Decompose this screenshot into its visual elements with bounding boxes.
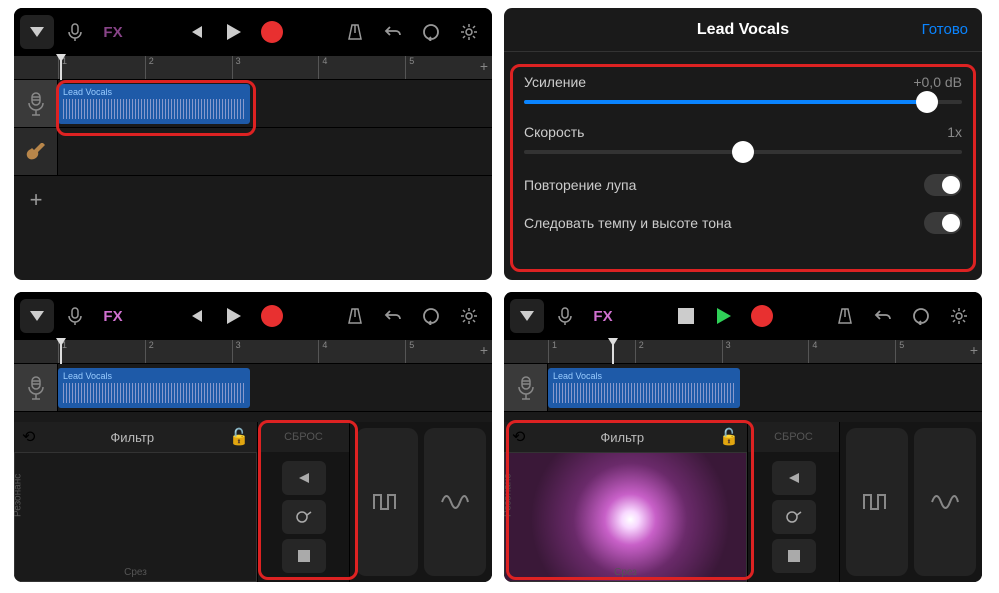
add-marker[interactable]: + — [480, 58, 488, 74]
mic-icon[interactable] — [548, 299, 582, 333]
play-button[interactable] — [707, 299, 741, 333]
panel-fx-2: FX 12345 + Lead Vocals ⟲Фильтр🔓 Резонанс… — [504, 292, 982, 582]
toolbar: FX — [14, 292, 492, 340]
track-guitar — [14, 128, 492, 176]
reverse-button[interactable] — [772, 461, 816, 495]
sine-wave-button[interactable] — [424, 428, 486, 576]
lock-icon[interactable]: 🔓 — [719, 427, 739, 447]
square-wave-button[interactable] — [846, 428, 908, 576]
gain-label: Усиление — [524, 74, 586, 90]
mic-icon[interactable] — [58, 299, 92, 333]
playhead[interactable] — [60, 340, 62, 364]
settings-button[interactable] — [452, 299, 486, 333]
panel-fx-1: FX 12345 + Lead Vocals ⟲Фильтр🔓 Резонанс… — [14, 292, 492, 582]
toolbar: FX — [14, 8, 492, 56]
settings-title: Lead Vocals — [697, 21, 789, 39]
menu-button[interactable] — [510, 299, 544, 333]
follow-tempo-label: Следовать темпу и высоте тона — [524, 215, 732, 231]
add-marker[interactable]: + — [970, 342, 978, 358]
panel-tracks-1: FX 1 2 3 4 5 + Lead Vocals + — [14, 8, 492, 280]
lock-icon[interactable]: 🔓 — [229, 427, 249, 447]
xy-pad[interactable]: РезонансСрез — [14, 452, 257, 582]
menu-button[interactable] — [20, 15, 54, 49]
timeline[interactable]: 1 2 3 4 5 + — [14, 56, 492, 80]
waveform — [63, 99, 245, 119]
record-button[interactable] — [745, 299, 779, 333]
loop-repeat-switch[interactable] — [924, 174, 962, 196]
rewind-button[interactable] — [179, 299, 213, 333]
audio-region[interactable]: Lead Vocals — [548, 368, 740, 408]
gain-value: +0,0 dB — [913, 74, 962, 90]
timeline[interactable]: 12345 + — [14, 340, 492, 364]
scratch-button[interactable] — [772, 500, 816, 534]
filter-title: Фильтр — [35, 430, 229, 445]
track-vocals: Lead Vocals — [14, 80, 492, 128]
playhead[interactable] — [60, 56, 62, 80]
metronome-button[interactable] — [338, 15, 372, 49]
gain-slider[interactable] — [524, 100, 962, 104]
loop-button[interactable] — [414, 15, 448, 49]
settings-button[interactable] — [942, 299, 976, 333]
record-button[interactable] — [255, 299, 289, 333]
reverse-button[interactable] — [282, 461, 326, 495]
scratch-button[interactable] — [282, 500, 326, 534]
mic-icon[interactable] — [58, 15, 92, 49]
playhead[interactable] — [612, 340, 614, 364]
stop-playback-button[interactable] — [669, 299, 703, 333]
track-header-guitar[interactable] — [14, 128, 58, 175]
add-marker[interactable]: + — [480, 342, 488, 358]
track-header-mic[interactable] — [504, 364, 548, 411]
add-track-button[interactable]: + — [14, 176, 58, 224]
undo-button[interactable] — [866, 299, 900, 333]
play-button[interactable] — [217, 299, 251, 333]
swap-icon[interactable]: ⟲ — [512, 427, 525, 447]
square-wave-button[interactable] — [356, 428, 418, 576]
timeline[interactable]: 12345 + — [504, 340, 982, 364]
track-header-mic[interactable] — [14, 364, 58, 411]
filter-title: Фильтр — [525, 430, 719, 445]
swap-icon[interactable]: ⟲ — [22, 427, 35, 447]
track-vocals: Lead Vocals — [504, 364, 982, 412]
loop-button[interactable] — [904, 299, 938, 333]
sine-wave-button[interactable] — [914, 428, 976, 576]
settings-button[interactable] — [452, 15, 486, 49]
fx-button[interactable]: FX — [586, 299, 620, 333]
undo-button[interactable] — [376, 15, 410, 49]
xy-pad[interactable]: РезонансСрез — [504, 452, 747, 582]
speed-slider[interactable] — [524, 150, 962, 154]
fx-button[interactable]: FX — [96, 299, 130, 333]
audio-region[interactable]: Lead Vocals — [58, 368, 250, 408]
loop-repeat-label: Повторение лупа — [524, 177, 636, 193]
fx-button[interactable]: FX — [96, 15, 130, 49]
speed-value: 1x — [947, 124, 962, 140]
undo-button[interactable] — [376, 299, 410, 333]
metronome-button[interactable] — [828, 299, 862, 333]
metronome-button[interactable] — [338, 299, 372, 333]
toolbar: FX — [504, 292, 982, 340]
done-button[interactable]: Готово — [922, 21, 968, 38]
loop-button[interactable] — [414, 299, 448, 333]
track-header-mic[interactable] — [14, 80, 58, 127]
follow-tempo-switch[interactable] — [924, 212, 962, 234]
reset-button[interactable]: СБРОС — [748, 422, 839, 452]
menu-button[interactable] — [20, 299, 54, 333]
play-button[interactable] — [217, 15, 251, 49]
panel-settings: Lead Vocals Готово Усиление +0,0 dB Скоро… — [504, 8, 982, 280]
audio-region[interactable]: Lead Vocals — [58, 84, 250, 124]
reset-button[interactable]: СБРОС — [258, 422, 349, 452]
track-vocals: Lead Vocals — [14, 364, 492, 412]
stop-button[interactable] — [772, 539, 816, 573]
rewind-button[interactable] — [179, 15, 213, 49]
record-button[interactable] — [255, 15, 289, 49]
stop-button[interactable] — [282, 539, 326, 573]
speed-label: Скорость — [524, 124, 584, 140]
